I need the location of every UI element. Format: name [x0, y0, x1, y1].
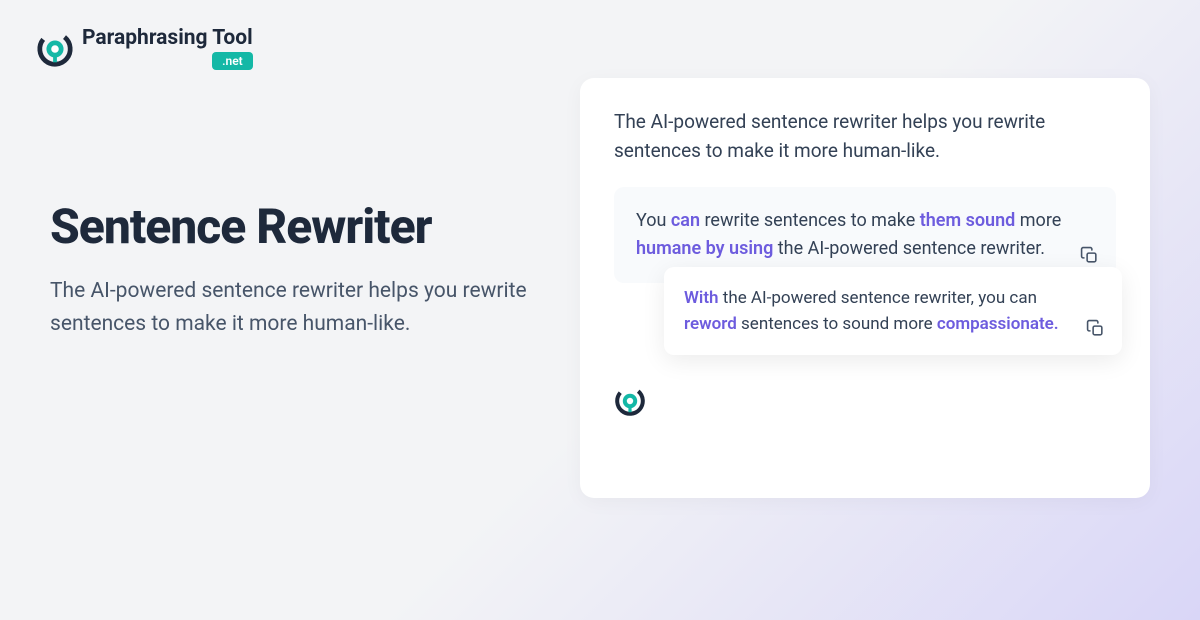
- copy-icon: [1086, 319, 1105, 338]
- hero-section: Sentence Rewriter The AI-powered sentenc…: [50, 178, 540, 340]
- brand-logo-icon: [36, 30, 74, 68]
- page-description: The AI-powered sentence rewriter helps y…: [50, 275, 540, 340]
- rewrite-result-1-text: You can rewrite sentences to make them s…: [636, 210, 1061, 259]
- demo-input-text: The AI-powered sentence rewriter helps y…: [614, 108, 1116, 165]
- demo-column: The AI-powered sentence rewriter helps y…: [580, 178, 1150, 498]
- demo-card: The AI-powered sentence rewriter helps y…: [580, 78, 1150, 498]
- copy-icon: [1080, 246, 1099, 265]
- card-brand-icon: [614, 385, 646, 417]
- brand-text-wrapper: Paraphrasing Tool .net: [82, 28, 253, 70]
- page-title: Sentence Rewriter: [50, 198, 540, 255]
- rewrite-result-2-text: With the AI-powered sentence rewriter, y…: [684, 288, 1059, 334]
- rewrite-result-2: With the AI-powered sentence rewriter, y…: [664, 267, 1122, 356]
- brand-logo[interactable]: Paraphrasing Tool .net: [36, 28, 1164, 70]
- brand-badge: .net: [212, 52, 253, 70]
- copy-button-2[interactable]: [1082, 315, 1108, 341]
- main-content: Sentence Rewriter The AI-powered sentenc…: [0, 178, 1200, 498]
- copy-button-1[interactable]: [1076, 243, 1102, 269]
- brand-name: Paraphrasing Tool: [82, 28, 253, 49]
